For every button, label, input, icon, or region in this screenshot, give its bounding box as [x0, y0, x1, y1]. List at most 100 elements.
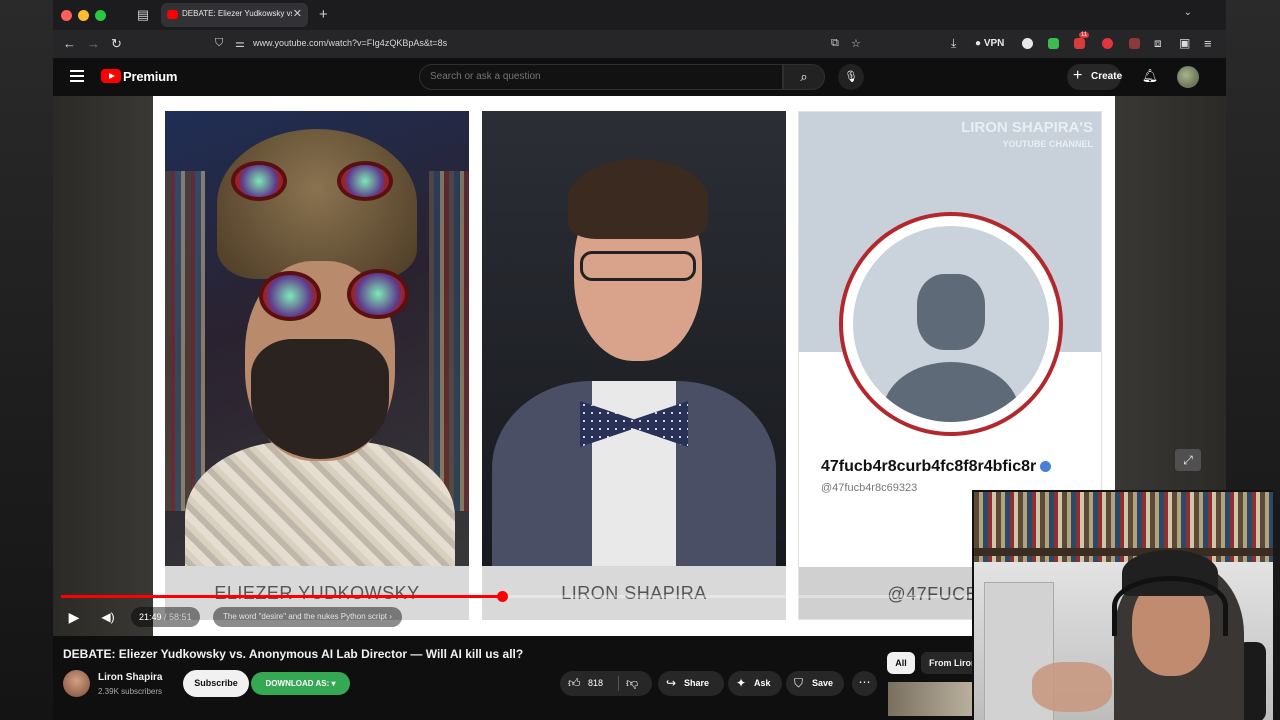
- back-arrow-icon[interactable]: ←: [63, 36, 76, 51]
- speaker-panel-liron: LIRON SHAPIRA: [482, 111, 786, 620]
- share-button[interactable]: ↪ Share: [658, 671, 724, 696]
- minimize-window-button[interactable]: [78, 10, 89, 21]
- goggle-image: [337, 161, 393, 201]
- more-actions-icon[interactable]: ⋯: [852, 671, 877, 696]
- sparkle-icon: ✦: [736, 676, 747, 690]
- duration: 58:51: [169, 612, 192, 622]
- search-box[interactable]: [419, 64, 783, 90]
- chip-all[interactable]: All: [887, 652, 915, 674]
- create-label: Create: [1091, 71, 1123, 82]
- speaker-panel-eliezer: ELIEZER YUDKOWSKY: [165, 111, 469, 620]
- goggle-image: [231, 161, 287, 201]
- translate-icon[interactable]: ⧉: [831, 37, 839, 50]
- tab-youtube[interactable]: DEBATE: Eliezer Yudkowsky vs. ✕: [161, 3, 308, 27]
- youtube-premium-logo[interactable]: Premium: [123, 69, 177, 84]
- channel-name[interactable]: Liron Shapira: [98, 672, 162, 683]
- bookmark-star-icon[interactable]: ☆: [851, 37, 861, 50]
- watermark-line-1: LIRON SHAPIRA'S: [961, 119, 1093, 136]
- maximize-window-button[interactable]: [95, 10, 106, 21]
- current-time: 21:49: [139, 612, 162, 622]
- bookshelf-image: [429, 171, 469, 511]
- speaker-nameplate: LIRON SHAPIRA: [482, 566, 786, 620]
- play-icon[interactable]: ▶: [65, 608, 83, 626]
- like-dislike-group: 👍︎ 818 👎︎: [560, 671, 652, 696]
- url-text[interactable]: www.youtube.com/watch?v=FIg4zQKBpAs&t=8s: [253, 38, 447, 48]
- bookmark-icon: ⛉: [794, 676, 804, 690]
- shield-icon[interactable]: ⛉: [215, 37, 223, 50]
- recommended-video-thumbnail[interactable]: [888, 682, 978, 716]
- download-as-button[interactable]: DOWNLOAD AS: ▾: [251, 672, 350, 695]
- tab-bar: ▤ DEBATE: Eliezer Yudkowsky vs. ✕ + ⌄: [53, 0, 1226, 30]
- tab-title: DEBATE: Eliezer Yudkowsky vs.: [182, 9, 292, 18]
- player-background-left: [53, 96, 153, 636]
- thumbs-down-icon[interactable]: 👎︎: [626, 676, 638, 691]
- default-avatar-icon: [853, 226, 1049, 422]
- expand-image-icon[interactable]: ⤢: [1175, 449, 1201, 471]
- account-avatar[interactable]: [1177, 66, 1199, 88]
- goggle-image: [347, 269, 409, 319]
- share-label: Share: [684, 678, 710, 688]
- hamburger-menu-icon[interactable]: [70, 70, 84, 82]
- youtube-header: Premium ⌕ 🎙︎ + Create 🔔︎: [53, 58, 1226, 96]
- chevron-right-icon: ›: [389, 612, 392, 621]
- save-label: Save: [812, 678, 834, 688]
- download-icon[interactable]: ⤓: [951, 36, 956, 51]
- search-input[interactable]: [430, 71, 770, 82]
- youtube-logo-icon[interactable]: [101, 69, 121, 83]
- share-icon: ↪: [666, 676, 677, 690]
- extension-grid-icon[interactable]: [1129, 38, 1140, 49]
- channel-avatar[interactable]: [63, 670, 90, 697]
- shelf-board-image: [974, 548, 1273, 556]
- extension-c-icon[interactable]: [1022, 38, 1033, 49]
- notifications-bell-icon[interactable]: 🔔︎: [1141, 68, 1159, 86]
- tab-overview-icon[interactable]: ▤: [135, 7, 151, 23]
- goggle-image: [259, 271, 321, 321]
- profile-avatar-ring: [839, 212, 1063, 436]
- chapter-button[interactable]: The word "desire" and the nukes Python s…: [213, 607, 402, 627]
- divider: [618, 676, 619, 691]
- profile-handle-text: 47fucb4r8curb4fc8f8r4bfic8r: [821, 458, 1037, 475]
- profile-handle: 47fucb4r8curb4fc8f8r4bfic8r: [821, 458, 1052, 476]
- bookshelf-image: [165, 171, 205, 511]
- plus-icon: +: [1073, 67, 1083, 84]
- extension-record-icon[interactable]: [1102, 38, 1113, 49]
- like-count[interactable]: 818: [588, 678, 603, 688]
- extension-green-icon[interactable]: [1048, 38, 1059, 49]
- volume-icon[interactable]: ◀): [99, 608, 117, 626]
- extension-red-icon[interactable]: 11: [1074, 32, 1090, 49]
- subscribe-button[interactable]: Subscribe: [183, 670, 249, 697]
- beard-image: [251, 339, 389, 459]
- headset-image: [1112, 576, 1228, 636]
- reload-icon[interactable]: ↻: [111, 36, 122, 52]
- vpn-label: VPN: [983, 38, 1005, 49]
- profile-subhandle: @47fucb4r8c69323: [821, 482, 918, 494]
- new-tab-button[interactable]: +: [319, 6, 328, 23]
- microphone-icon[interactable]: 🎙︎: [838, 64, 864, 90]
- chapter-title: The word "desire" and the nukes Python s…: [223, 612, 387, 621]
- extension-badge: 11: [1079, 32, 1090, 38]
- progress-bar[interactable]: [61, 591, 1101, 602]
- watermark-line-2: YOUTUBE CHANNEL: [1002, 139, 1093, 149]
- extensions-puzzle-icon[interactable]: ⧈: [1154, 36, 1162, 51]
- webcam-overlay[interactable]: [972, 490, 1273, 720]
- ask-button[interactable]: ✦ Ask: [728, 671, 782, 696]
- close-window-button[interactable]: [61, 10, 72, 21]
- address-bar: ← → ↻ ⛉ ⚌ www.youtube.com/watch?v=FIg4zQ…: [53, 30, 1226, 58]
- sidebar-toggle-icon[interactable]: ▣: [1179, 36, 1190, 50]
- chevron-down-icon[interactable]: ⌄: [1184, 7, 1192, 18]
- search-icon[interactable]: ⌕: [783, 64, 825, 90]
- video-frame[interactable]: ELIEZER YUDKOWSKY LIRON SHAPIRA LIRON SH…: [153, 96, 1201, 636]
- time-display: 21:49 / 58:51: [131, 607, 200, 627]
- steampunk-hat-image: [217, 129, 417, 279]
- ask-label: Ask: [754, 678, 771, 688]
- browser-menu-icon[interactable]: ≡: [1204, 36, 1212, 51]
- url-field[interactable]: ⛉ ⚌ www.youtube.com/watch?v=FIg4zQKBpAs&…: [203, 34, 871, 54]
- vpn-button[interactable]: ● VPN: [975, 38, 1004, 49]
- create-button[interactable]: + Create: [1067, 64, 1123, 90]
- site-settings-icon[interactable]: ⚌: [235, 37, 245, 50]
- close-tab-icon[interactable]: ✕: [293, 7, 302, 20]
- forward-arrow-icon[interactable]: →: [87, 36, 100, 51]
- save-button[interactable]: ⛉ Save: [786, 671, 844, 696]
- thumbs-up-icon[interactable]: 👍︎: [568, 676, 581, 691]
- desktop-left-edge: [0, 0, 53, 720]
